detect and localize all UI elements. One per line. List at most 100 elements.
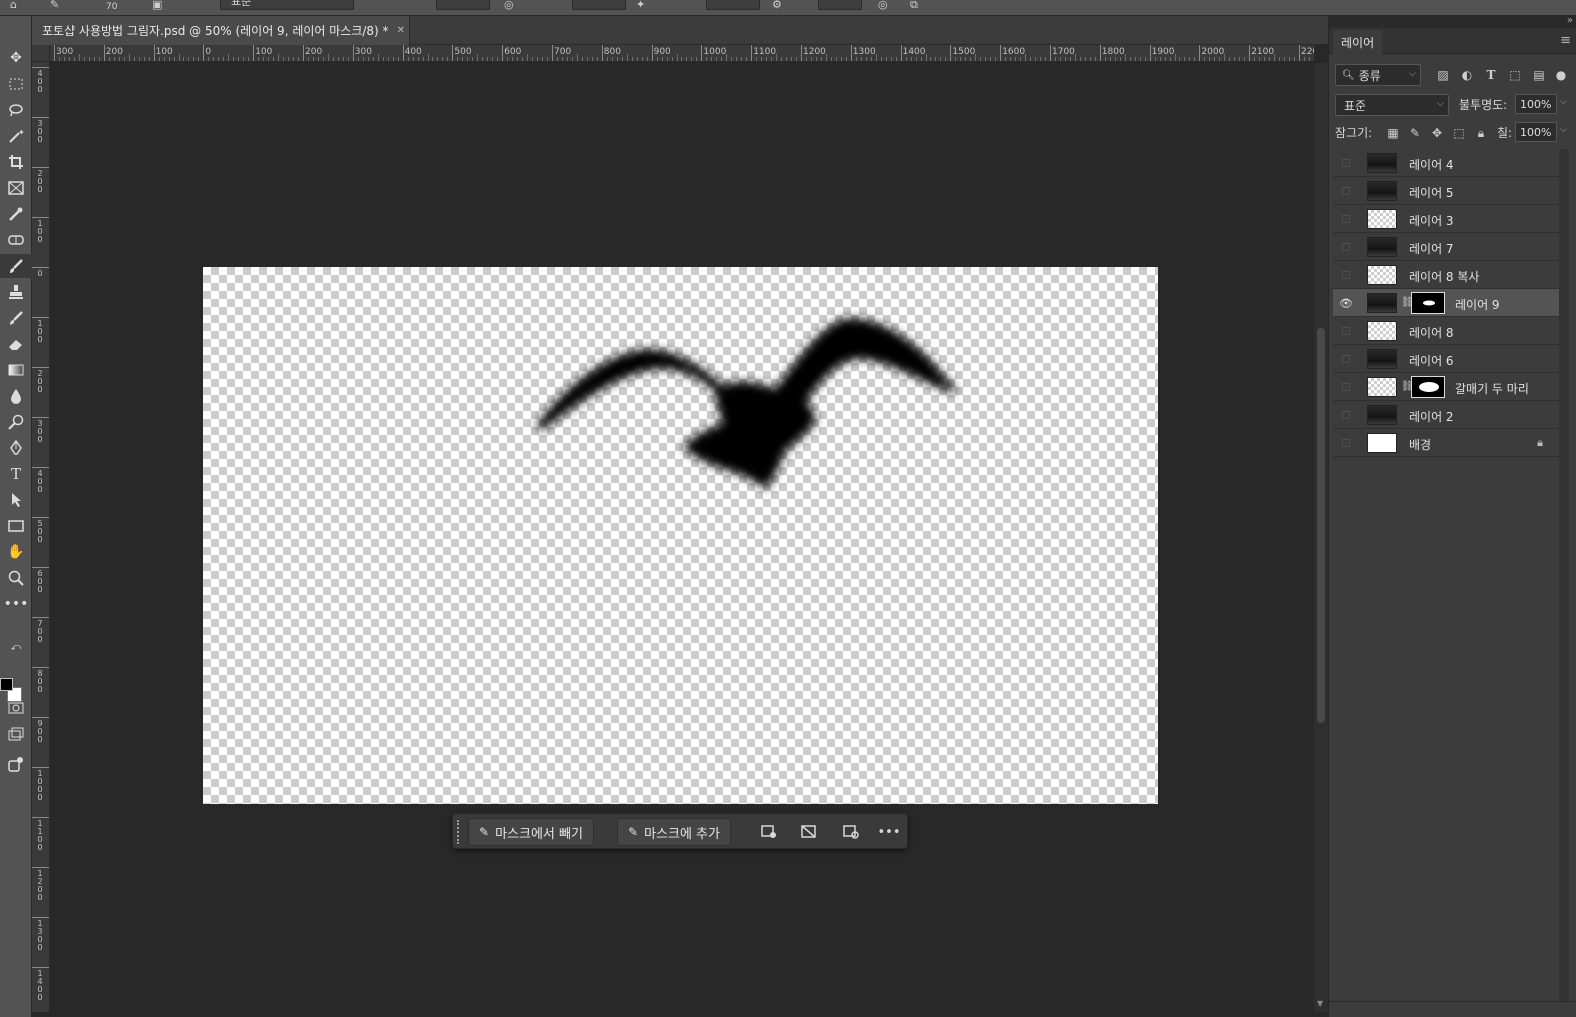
history-brush-tool-icon[interactable] [0, 306, 32, 330]
visibility-toggle[interactable] [1342, 243, 1350, 251]
layer-row[interactable]: 레이어 6 [1333, 345, 1559, 373]
layer-row[interactable]: 레이어 5 [1333, 177, 1559, 205]
visibility-toggle[interactable] [1342, 411, 1350, 419]
brush-settings-icon[interactable]: ▣ [152, 0, 162, 11]
clone-stamp-tool-icon[interactable] [0, 280, 32, 304]
type-tool-icon[interactable]: T [0, 462, 32, 486]
panel-menu-icon[interactable]: ≡ [1560, 33, 1571, 48]
visibility-toggle[interactable] [1342, 159, 1350, 167]
chevron-down-icon[interactable]: ⌵ [1560, 125, 1567, 135]
dodge-tool-icon[interactable] [0, 410, 32, 434]
eyedropper-tool-icon[interactable] [0, 202, 32, 226]
lock-transparent-pixels-icon[interactable]: ▦ [1385, 125, 1401, 141]
healing-brush-tool-icon[interactable] [0, 228, 32, 252]
symmetry-icon[interactable]: ⧉ [910, 0, 918, 12]
home-icon[interactable]: ⌂ [10, 0, 17, 11]
smart-object-filter-icon[interactable]: ▤ [1531, 67, 1547, 83]
blend-mode-dropdown[interactable]: 표준 ⌵ [1335, 94, 1449, 116]
generative-fill-icon[interactable] [0, 752, 32, 776]
visibility-toggle[interactable] [1342, 439, 1350, 447]
more-options-icon[interactable]: ••• [877, 820, 901, 844]
layers-panel: » 레이어 ≡ 🔍︎ 종류 ⌵ ▨ ◐ T ⬚ ▤ ● 표준 ⌵ 불투명도: 1… [1328, 15, 1576, 1017]
invert-mask-icon[interactable] [839, 820, 863, 844]
layer-row[interactable]: 👁︎ ⛓ 레이어 9 [1333, 289, 1559, 317]
add-to-mask-button[interactable]: ✎ 마스크에 추가 [617, 818, 731, 846]
swap-colors-icon[interactable]: ⤺ [0, 640, 32, 654]
eraser-tool-icon[interactable] [0, 332, 32, 356]
pen-tool-icon[interactable] [0, 436, 32, 460]
lock-artboard-icon[interactable]: ⬚ [1451, 125, 1467, 141]
move-tool-icon[interactable]: ✥ [0, 46, 32, 70]
pressure-size-icon[interactable]: ◎ [878, 0, 888, 11]
close-icon[interactable]: ✕ [397, 25, 405, 36]
brush-preset-icon[interactable]: ✎ [50, 0, 59, 11]
collapse-panels-icon[interactable]: » [1567, 15, 1573, 26]
layer-row[interactable]: 레이어 3 [1333, 205, 1559, 233]
document-canvas[interactable] [203, 267, 1158, 804]
layer-row[interactable]: 레이어 8 [1333, 317, 1559, 345]
marquee-tool-icon[interactable] [0, 72, 32, 96]
adjustment-layer-filter-icon[interactable]: ◐ [1459, 67, 1475, 83]
layer-row[interactable]: ⛓ 갈매기 두 마리 [1333, 373, 1559, 401]
zoom-tool-icon[interactable] [0, 566, 32, 590]
layer-row[interactable]: 배경 🔒︎ [1333, 429, 1559, 457]
layer-row[interactable]: 레이어 2 [1333, 401, 1559, 429]
lock-image-pixels-icon[interactable]: ✎ [1407, 125, 1423, 141]
chevron-down-icon[interactable]: ⌵ [1560, 97, 1567, 107]
airbrush-icon[interactable]: ✦ [636, 0, 645, 11]
lasso-tool-icon[interactable] [0, 98, 32, 122]
ruler-minor-tick [88, 57, 90, 61]
mode-dropdown[interactable]: 표준 [220, 0, 354, 10]
layer-row[interactable]: 레이어 7 [1333, 233, 1559, 261]
layer-mask-thumbnail[interactable] [1411, 376, 1445, 398]
scrollbar-thumb[interactable] [1317, 328, 1325, 723]
crop-tool-icon[interactable] [0, 150, 32, 174]
visibility-toggle[interactable] [1342, 327, 1350, 335]
disable-mask-icon[interactable] [797, 820, 821, 844]
angle-field[interactable] [818, 0, 862, 10]
path-selection-tool-icon[interactable] [0, 488, 32, 512]
gradient-tool-icon[interactable] [0, 358, 32, 382]
visibility-toggle[interactable] [1342, 355, 1350, 363]
frame-tool-icon[interactable] [0, 176, 32, 200]
visibility-toggle[interactable] [1342, 383, 1350, 391]
canvas-vertical-scrollbar[interactable]: ▼ [1314, 63, 1328, 1012]
opacity-field[interactable] [436, 0, 490, 10]
pixel-layer-filter-icon[interactable]: ▨ [1435, 67, 1451, 83]
subtract-from-mask-button[interactable]: ✎ 마스크에서 빼기 [468, 818, 594, 846]
magic-wand-tool-icon[interactable]: ✦ [0, 124, 32, 148]
document-tab[interactable]: 포토샵 사용방법 그림자.psd @ 50% (레이어 9, 레이어 마스크/8… [32, 16, 410, 45]
hand-tool-icon[interactable]: ✋ [0, 540, 32, 564]
layer-row[interactable]: 레이어 8 복사 [1333, 261, 1559, 289]
shape-layer-filter-icon[interactable]: ⬚ [1507, 67, 1523, 83]
visibility-toggle[interactable] [1342, 271, 1350, 279]
type-layer-filter-icon[interactable]: T [1483, 67, 1499, 83]
layers-scrollbar[interactable] [1559, 149, 1569, 1009]
ruler-minor-tick [158, 57, 160, 61]
visibility-toggle[interactable] [1342, 187, 1350, 195]
layer-mask-thumbnail[interactable] [1411, 292, 1445, 314]
smoothing-field[interactable] [706, 0, 760, 10]
mask-properties-icon[interactable] [757, 820, 781, 844]
foreground-color-swatch[interactable] [0, 678, 13, 691]
drag-handle-icon[interactable] [457, 820, 461, 844]
flow-field[interactable] [572, 0, 626, 10]
lock-all-icon[interactable]: 🔒︎ [1473, 125, 1489, 141]
screen-mode-icon[interactable] [0, 722, 32, 746]
scroll-down-icon[interactable]: ▼ [1317, 999, 1323, 1008]
filter-toggle-icon[interactable]: ● [1553, 67, 1569, 83]
layer-row[interactable]: 레이어 4 [1333, 149, 1559, 177]
rectangle-tool-icon[interactable] [0, 514, 32, 538]
brush-tool-icon[interactable] [0, 254, 32, 278]
visibility-toggle[interactable] [1342, 215, 1350, 223]
fill-input[interactable]: 100% [1515, 122, 1557, 142]
lock-position-icon[interactable]: ✥ [1429, 125, 1445, 141]
filter-kind-dropdown[interactable]: 🔍︎ 종류 ⌵ [1335, 64, 1421, 86]
opacity-input[interactable]: 100% [1515, 94, 1557, 114]
more-tools-icon[interactable]: ••• [0, 592, 32, 616]
layers-tab[interactable]: 레이어 [1333, 30, 1383, 54]
visibility-eye-icon[interactable]: 👁︎ [1339, 296, 1353, 310]
pressure-opacity-icon[interactable]: ◎ [504, 0, 514, 11]
smoothing-options-icon[interactable]: ⚙ [772, 0, 782, 11]
blur-tool-icon[interactable] [0, 384, 32, 408]
